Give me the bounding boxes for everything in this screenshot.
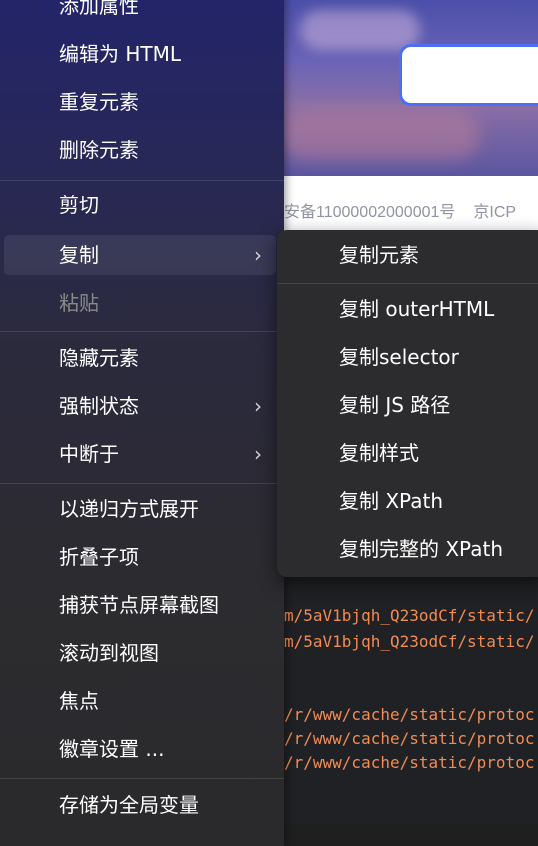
menu-item-label: 滚动到视图 (59, 641, 159, 665)
menu-item-cut[interactable]: 剪切 (4, 185, 276, 225)
submenu-item-copy-element[interactable]: 复制元素 (277, 235, 538, 275)
footer-license-text: 安备11000002000001号 京ICP (284, 198, 516, 222)
menu-item-hide-element[interactable]: 隐藏元素 (4, 338, 276, 378)
code-line: m/5aV1bjqh_Q23odCf/static/ (284, 632, 535, 651)
submenu-item-copy-outerhtml[interactable]: 复制 outerHTML (277, 289, 538, 329)
menu-item-expand-recursively[interactable]: 以递归方式展开 (4, 489, 276, 529)
menu-divider (0, 778, 284, 779)
menu-item-label: 徽章设置 ... (59, 737, 165, 761)
submenu-item-label: 复制selector (339, 345, 459, 369)
menu-divider (0, 331, 284, 332)
menu-item-label: 剪切 (59, 193, 99, 217)
menu-item-label: 删除元素 (59, 138, 139, 162)
code-line: m/5aV1bjqh_Q23odCf/static/ (284, 606, 535, 625)
submenu-item-copy-styles[interactable]: 复制样式 (277, 433, 538, 473)
submenu-divider (277, 283, 538, 284)
menu-divider (0, 180, 284, 181)
menu-item-copy[interactable]: 复制 › (4, 235, 276, 275)
menu-item-focus[interactable]: 焦点 (4, 681, 276, 721)
copy-submenu: 复制元素 复制 outerHTML 复制selector 复制 JS 路径 复制… (277, 230, 538, 577)
menu-item-duplicate-element[interactable]: 重复元素 (4, 82, 276, 122)
submenu-item-copy-js-path[interactable]: 复制 JS 路径 (277, 385, 538, 425)
submenu-item-label: 复制完整的 XPath (339, 537, 503, 561)
submenu-item-copy-xpath[interactable]: 复制 XPath (277, 481, 538, 521)
menu-item-add-attribute[interactable]: 添加属性 (4, 0, 276, 26)
menu-item-label: 编辑为 HTML (59, 42, 182, 66)
menu-item-label: 焦点 (59, 689, 99, 713)
menu-item-label: 折叠子项 (59, 545, 139, 569)
chevron-right-icon: › (254, 442, 262, 466)
menu-item-badge-settings[interactable]: 徽章设置 ... (4, 729, 276, 769)
code-line: /r/www/cache/static/protoc (284, 753, 535, 772)
submenu-item-label: 复制 XPath (339, 489, 443, 513)
code-line: /r/www/cache/static/protoc (284, 729, 535, 748)
menu-item-label: 粘贴 (59, 291, 99, 315)
submenu-item-label: 复制元素 (339, 243, 419, 267)
menu-divider (0, 483, 284, 484)
menu-item-label: 以递归方式展开 (59, 497, 199, 521)
menu-item-label: 中断于 (59, 442, 119, 466)
menu-item-force-state[interactable]: 强制状态 › (4, 386, 276, 426)
menu-item-label: 存储为全局变量 (59, 793, 199, 817)
menu-item-delete-element[interactable]: 删除元素 (4, 130, 276, 170)
menu-item-edit-as-html[interactable]: 编辑为 HTML (4, 34, 276, 74)
submenu-item-label: 复制 outerHTML (339, 297, 495, 321)
chevron-right-icon: › (254, 394, 262, 418)
context-menu: 添加属性 编辑为 HTML 重复元素 删除元素 剪切 复制 › 粘贴 隐藏元素 强… (0, 0, 284, 846)
menu-item-label: 复制 (59, 243, 99, 267)
menu-item-label: 强制状态 (59, 394, 139, 418)
menu-item-label: 捕获节点屏幕截图 (59, 593, 219, 617)
menu-item-paste: 粘贴 (4, 283, 276, 323)
menu-item-label: 添加属性 (59, 0, 139, 18)
menu-item-label: 隐藏元素 (59, 346, 139, 370)
menu-item-scroll-into-view[interactable]: 滚动到视图 (4, 633, 276, 673)
menu-item-capture-node-screenshot[interactable]: 捕获节点屏幕截图 (4, 585, 276, 625)
chevron-right-icon: › (254, 243, 262, 267)
menu-item-break-on[interactable]: 中断于 › (4, 434, 276, 474)
code-line: /r/www/cache/static/protoc (284, 705, 535, 724)
menu-item-store-as-global-variable[interactable]: 存储为全局变量 (4, 785, 276, 825)
footer-icp-text[interactable]: 京ICP (473, 204, 516, 221)
hero-cloud (280, 110, 480, 160)
hero-cloud (300, 10, 420, 50)
submenu-item-copy-full-xpath[interactable]: 复制完整的 XPath (277, 529, 538, 569)
footer-beian-text[interactable]: 安备11000002000001号 (284, 204, 455, 221)
menu-item-collapse-children[interactable]: 折叠子项 (4, 537, 276, 577)
menu-item-label: 重复元素 (59, 90, 139, 114)
submenu-item-label: 复制样式 (339, 441, 419, 465)
submenu-item-label: 复制 JS 路径 (339, 393, 451, 417)
submenu-item-copy-selector[interactable]: 复制selector (277, 337, 538, 377)
background-search-box[interactable] (399, 44, 538, 106)
